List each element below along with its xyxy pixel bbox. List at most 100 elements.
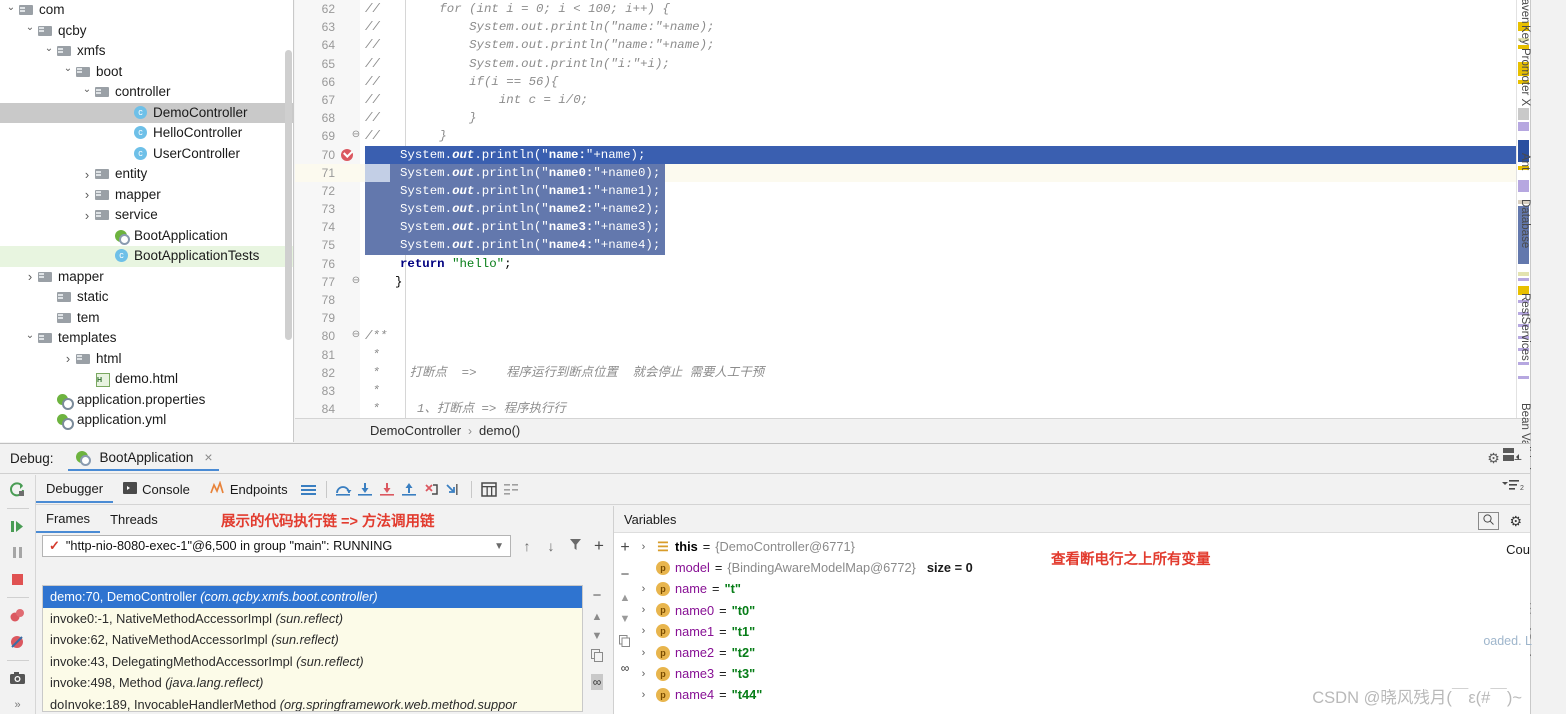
close-icon[interactable]: × <box>204 449 212 465</box>
tree-item-application-yml[interactable]: application.yml <box>0 410 293 431</box>
chevron-closed-icon[interactable] <box>61 351 75 366</box>
frames-pane[interactable]: Frames Threads 展示的代码执行链 => 方法调用链 ✓ "http… <box>36 506 614 714</box>
chevron-open-icon[interactable] <box>42 46 56 57</box>
tool-tab-word-book[interactable]: Word Book <box>1519 600 1566 660</box>
tab-threads[interactable]: Threads <box>100 508 168 532</box>
tree-item-service[interactable]: service <box>0 205 293 226</box>
tool-tab-database[interactable]: Database <box>1519 196 1566 248</box>
tool-tab-ant[interactable]: Ant <box>1519 150 1566 170</box>
right-tool-window-bar[interactable]: MavenKey Promoter X Ant Database RestServic… <box>1519 0 1566 714</box>
tree-item-xmfs[interactable]: xmfs <box>0 41 293 62</box>
code-line-83[interactable]: 83 * <box>295 382 1530 400</box>
code-line-65[interactable]: 65 // System.out.println("i:"+i); <box>295 55 1530 73</box>
fold-icon[interactable]: ⊖ <box>351 273 361 291</box>
tab-frames[interactable]: Frames <box>36 507 101 533</box>
tab-debugger[interactable]: Debugger <box>36 477 114 503</box>
variables-rail[interactable]: + − ▲ ▼ ∞ <box>614 533 636 714</box>
add-watch-icon[interactable]: + <box>620 539 629 557</box>
chevron-right-icon[interactable]: › <box>636 604 651 616</box>
filter-icon[interactable] <box>567 538 583 554</box>
scroll-up-icon[interactable]: ▲ <box>592 611 603 623</box>
debug-action-rail[interactable]: » <box>0 475 36 714</box>
tree-item-bootapplicationtests[interactable]: BootApplicationTests <box>0 246 293 267</box>
move-up-icon[interactable]: ↑ <box>519 538 535 554</box>
code-line-70[interactable]: 70 System.out.println("name:"+name); <box>295 145 1530 164</box>
frames-tabs[interactable]: Frames Threads 展示的代码执行链 => 方法调用链 <box>36 506 613 533</box>
stack-frame-row[interactable]: doInvoke:189, InvocableHandlerMethod (or… <box>43 694 582 712</box>
tab-endpoints[interactable]: Endpoints <box>200 477 298 503</box>
chevron-closed-icon[interactable] <box>80 167 94 182</box>
breakpoint-icon[interactable] <box>341 148 353 161</box>
stack-frame-row[interactable]: demo:70, DemoController (com.qcby.xmfs.b… <box>43 586 582 608</box>
code-line-80[interactable]: 80 ⊖ /** <box>295 327 1530 345</box>
tab-console[interactable]: Console <box>113 477 200 503</box>
remove-icon[interactable]: − <box>593 587 602 604</box>
code-line-82[interactable]: 82 * 打断点 => 程序运行到断点位置 就会停止 需要人工干预 <box>295 364 1530 382</box>
code-line-72[interactable]: 72 System.out.println("name1:"+name1); <box>295 181 1530 201</box>
call-stack-rail[interactable]: − ▲ ▼ ∞ <box>585 585 609 712</box>
resume-program-icon[interactable] <box>6 517 30 535</box>
chevron-right-icon[interactable]: › <box>636 625 651 637</box>
tree-item-usercontroller[interactable]: UserController <box>0 144 293 165</box>
stack-frame-row[interactable]: invoke:43, DelegatingMethodAccessorImpl … <box>43 651 582 673</box>
breadcrumb-class[interactable]: DemoController <box>370 423 461 438</box>
tool-tab-key-promoter-x[interactable]: Key Promoter X <box>1519 22 1566 106</box>
tree-item-hellocontroller[interactable]: HelloController <box>0 123 293 144</box>
move-up-icon[interactable]: ▲ <box>620 592 631 604</box>
tree-item-qcby[interactable]: qcby <box>0 21 293 42</box>
chevron-right-icon[interactable]: › <box>636 689 651 701</box>
code-line-73[interactable]: 73 System.out.println("name2:"+name2); <box>295 200 1530 219</box>
tree-scrollbar-thumb[interactable] <box>285 50 292 340</box>
thread-combo[interactable]: ✓ "http-nio-8080-exec-1"@6,500 in group … <box>42 535 511 557</box>
variables-pane[interactable]: Variables + − ▲ ▼ ∞ › ☰ this = {DemoControll… <box>614 448 1532 714</box>
tree-item-templates[interactable]: templates <box>0 328 293 349</box>
scroll-down-icon[interactable]: ▼ <box>592 630 603 642</box>
screenshot-icon[interactable] <box>6 670 30 688</box>
step-over-icon[interactable] <box>333 479 355 501</box>
tree-item-democontroller[interactable]: DemoController <box>0 102 293 123</box>
tree-item-bootapplication[interactable]: BootApplication <box>0 226 293 247</box>
code-line-81[interactable]: 81 * <box>295 346 1530 364</box>
step-into-icon[interactable] <box>355 479 377 501</box>
tree-item-mapper[interactable]: mapper <box>0 185 293 206</box>
code-line-77[interactable]: 77 ⊖} <box>295 273 1530 291</box>
tree-item-application-properties[interactable]: application.properties <box>0 390 293 411</box>
breadcrumb-method[interactable]: demo() <box>479 423 520 438</box>
tree-item-tem[interactable]: tem <box>0 308 293 329</box>
drop-frame-icon[interactable] <box>421 479 443 501</box>
chevron-open-icon[interactable] <box>80 87 94 98</box>
tool-tab-restservices[interactable]: RestServices <box>1519 290 1566 361</box>
variables-side-widgets[interactable]: 2 ⚙ Cou oaded. L <box>1478 448 1532 714</box>
tree-item-html[interactable]: html <box>0 349 293 370</box>
move-down-icon[interactable]: ▼ <box>620 613 631 625</box>
fold-icon[interactable]: ⊖ <box>351 127 361 145</box>
add-icon[interactable]: + <box>591 536 607 556</box>
chevron-open-icon[interactable] <box>23 25 37 36</box>
gear-icon[interactable]: ⚙ <box>1487 450 1500 467</box>
chevron-right-icon[interactable]: › <box>636 583 651 595</box>
tree-item-com[interactable]: com <box>0 0 293 21</box>
chevron-right-icon[interactable]: › <box>636 668 651 680</box>
evaluate-expression-icon[interactable] <box>478 479 500 501</box>
watches-icon[interactable]: ∞ <box>621 661 630 675</box>
variable-row[interactable]: › p name = "t" <box>636 578 1530 599</box>
stack-frame-row[interactable]: invoke:62, NativeMethodAccessorImpl (sun… <box>43 629 582 651</box>
code-line-67[interactable]: 67 // int c = i/0; <box>295 91 1530 109</box>
mute-breakpoints-icon[interactable] <box>6 633 30 651</box>
chevron-closed-icon[interactable] <box>80 208 94 223</box>
tree-item-static[interactable]: static <box>0 287 293 308</box>
debug-tool-window[interactable]: Debug: BootApplication × ⚙ − <box>0 443 1532 714</box>
sort-icon[interactable]: 2 <box>1502 478 1524 491</box>
debug-session-tab[interactable]: BootApplication × <box>67 446 219 471</box>
pause-program-icon[interactable] <box>6 544 30 562</box>
tree-item-boot[interactable]: boot <box>0 62 293 83</box>
stack-frame-row[interactable]: invoke:498, Method (java.lang.reflect) <box>43 672 582 694</box>
call-stack-list[interactable]: demo:70, DemoController (com.qcby.xmfs.b… <box>42 585 583 712</box>
code-line-78[interactable]: 78 <box>295 291 1530 309</box>
code-line-79[interactable]: 79 <box>295 309 1530 327</box>
chevron-open-icon[interactable] <box>4 5 18 16</box>
variable-row[interactable]: › p name3 = "t3" <box>636 663 1530 684</box>
copy-icon[interactable] <box>619 634 631 652</box>
thread-selector-row[interactable]: ✓ "http-nio-8080-exec-1"@6,500 in group … <box>36 533 613 559</box>
stop-icon[interactable] <box>6 571 30 589</box>
